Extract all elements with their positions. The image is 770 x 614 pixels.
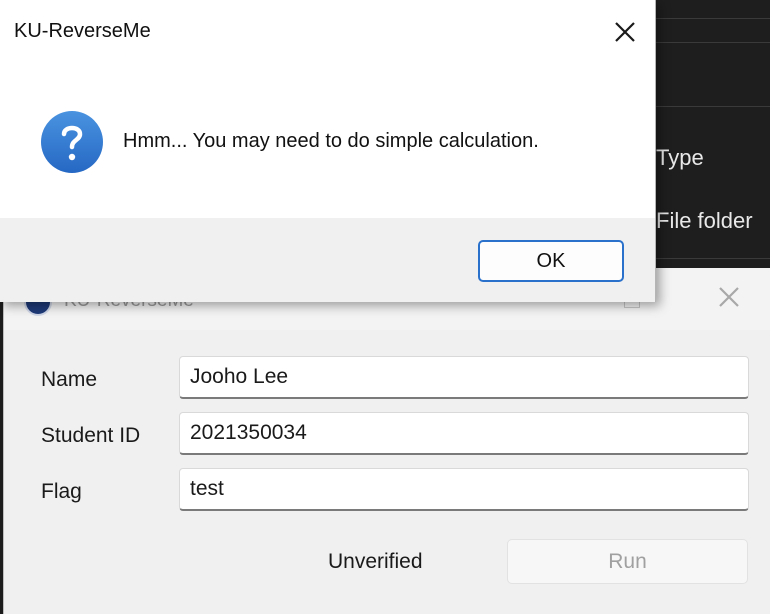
dialog-message: Hmm... You may need to do simple calcula… bbox=[123, 130, 539, 152]
explorer-window: Type File folder bbox=[640, 0, 770, 280]
name-label: Name bbox=[41, 368, 98, 391]
row-type-cell[interactable]: File folder bbox=[656, 208, 753, 234]
question-icon bbox=[41, 111, 103, 173]
message-dialog: KU-ReverseMe Hmm... You may need to do s… bbox=[0, 0, 656, 302]
name-field[interactable]: Jooho Lee bbox=[179, 356, 749, 399]
verification-status: Unverified bbox=[328, 550, 423, 573]
app-window: KU-ReverseMe Name Jooho Lee Student ID 2… bbox=[3, 268, 770, 614]
student-id-field[interactable]: 2021350034 bbox=[179, 412, 749, 455]
dialog-footer: OK bbox=[0, 218, 655, 302]
divider bbox=[640, 106, 770, 107]
flag-field[interactable]: test bbox=[179, 468, 749, 511]
student-id-label: Student ID bbox=[41, 424, 141, 447]
close-icon[interactable] bbox=[714, 282, 744, 312]
dialog-title: KU-ReverseMe bbox=[14, 20, 151, 42]
column-header-type[interactable]: Type bbox=[656, 145, 704, 171]
flag-label: Flag bbox=[41, 480, 82, 503]
close-icon[interactable] bbox=[608, 15, 642, 49]
divider bbox=[640, 258, 770, 259]
divider bbox=[640, 18, 770, 19]
divider bbox=[640, 42, 770, 43]
ok-button[interactable]: OK bbox=[478, 240, 624, 282]
run-button[interactable]: Run bbox=[507, 539, 748, 584]
